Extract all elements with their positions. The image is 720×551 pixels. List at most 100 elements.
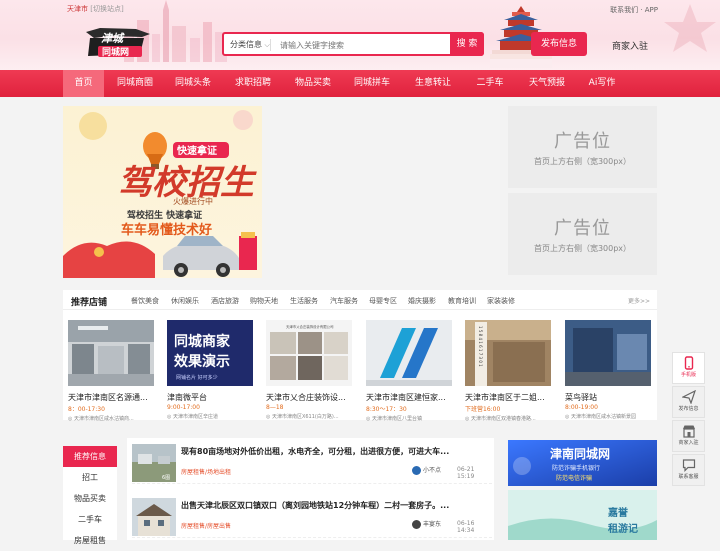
- shop-image[interactable]: [565, 320, 651, 386]
- search-bar: 分类信息 ⌵ 搜 索: [222, 32, 484, 56]
- search-category-label[interactable]: 分类信息: [230, 40, 262, 49]
- switch-station-link[interactable]: [切换站点]: [90, 5, 123, 13]
- shop-category-auto[interactable]: 汽车服务: [330, 296, 358, 306]
- listing-thumbnail[interactable]: [132, 498, 176, 536]
- shop-hours: 8—18: [266, 404, 284, 411]
- shop-category-decoration[interactable]: 家装装修: [487, 296, 515, 306]
- info-category-sidebar: 推荐信息 招工 物品买卖 二手车 房屋租售: [63, 446, 117, 545]
- post-info-button[interactable]: 发布信息: [531, 32, 587, 56]
- listing-user: 小不点: [412, 465, 441, 475]
- sidebar-item-hiring[interactable]: 招工: [63, 467, 117, 488]
- nav-item-headlines[interactable]: 同城头条: [168, 70, 218, 97]
- ad-slot-1-subtitle: 首页上方右侧（宽300px）: [533, 157, 632, 166]
- shop-address: ◎ 天津市津南区辛庄道: [167, 414, 218, 420]
- shop-name[interactable]: 天津市乂合庄装饰设...: [266, 392, 352, 403]
- merchant-join-link[interactable]: 商家入驻: [612, 39, 648, 52]
- top-right-links[interactable]: 联系我们 · APP: [610, 5, 658, 15]
- sidebar-item-recommended[interactable]: 推荐信息: [63, 446, 117, 467]
- shop-name[interactable]: 津南微平台: [167, 392, 253, 403]
- shop-category-wedding[interactable]: 婚庆摄影: [408, 296, 436, 306]
- shop-name[interactable]: 天津市津南区建恒家...: [366, 392, 452, 403]
- nav-item-weather[interactable]: 天气预报: [522, 70, 572, 97]
- star-decoration: [664, 4, 716, 52]
- banner-subline: 火爆进行中: [173, 196, 213, 206]
- shop-hours: 8：00-17:30: [68, 406, 105, 413]
- rental-promo-banner[interactable]: 嘉誉 租游记: [508, 490, 657, 540]
- shop-image[interactable]: 同城商家 效果演示 网铺名片 好可多少: [167, 320, 253, 386]
- ad-slot-1[interactable]: 广告位 首页上方右侧（宽300px）: [508, 106, 657, 188]
- ad-slot-2-title: 广告位: [554, 218, 611, 239]
- listing-category[interactable]: 房屋租售/房屋出售: [181, 521, 231, 530]
- shop-category-food[interactable]: 餐饮美食: [131, 296, 159, 306]
- sidebar-item-goods[interactable]: 物品买卖: [63, 488, 117, 509]
- list-item[interactable]: 6图 现有80亩场地对外低价出租，水电齐全，可分租，出进很方便，可进大车... …: [132, 440, 492, 484]
- shops-more-link[interactable]: 更多>>: [628, 296, 650, 305]
- shop-address: ◎ 天津市津南区咸水沽镇商...: [68, 416, 134, 422]
- listing-title[interactable]: 现有80亩场地对外低价出租，水电齐全，可分租，出进很方便，可进大车...: [181, 446, 491, 457]
- shop-category-hotel[interactable]: 酒店旅游: [211, 296, 239, 306]
- shop-hours: 9:00-17:00: [167, 404, 200, 411]
- search-input[interactable]: [280, 37, 450, 53]
- anti-fraud-banner[interactable]: 津南同城网 防范诈骗手机银行 防范电信诈骗: [508, 440, 657, 486]
- float-merchant-join-button[interactable]: 商家入驻: [672, 420, 705, 452]
- shop-name[interactable]: 菜鸟驿站: [565, 392, 651, 403]
- nav-item-goods-trade[interactable]: 物品买卖: [288, 70, 338, 97]
- shop-card[interactable]: 菜鸟驿站 8:00-19:00 ◎ 天津市津南区咸水沽镇新景园: [565, 320, 651, 420]
- shop-category-shopping[interactable]: 购物天地: [250, 296, 278, 306]
- list-item[interactable]: 出售天津北辰区双口镇双口（离刘园地铁站12分钟车程）二村一套房子。... 房屋租…: [132, 494, 492, 538]
- shop3-image-caption: 天津市乂合庄装饰设计有限公司: [286, 324, 333, 329]
- nav-item-carpool[interactable]: 同城拼车: [347, 70, 397, 97]
- listing-thumbnail[interactable]: 6图: [132, 444, 176, 482]
- nav-item-used-cars[interactable]: 二手车: [470, 70, 510, 97]
- listing-username: 丰宴东: [423, 521, 442, 528]
- chat-icon: [682, 459, 695, 472]
- float-merchant-join-label: 商家入驻: [678, 440, 699, 446]
- shop-name[interactable]: 天津市津南区名源通...: [68, 392, 154, 403]
- nav-item-home[interactable]: 首页: [63, 70, 104, 97]
- main-nav: 首页 同城商圈 同城头条 求职招聘 物品买卖 同城拼车 生意转让 二手车 天气预…: [0, 70, 720, 97]
- shop-category-education[interactable]: 教育培训: [448, 296, 476, 306]
- sidebar-item-used-cars[interactable]: 二手车: [63, 509, 117, 530]
- shop-image[interactable]: 1 5 8 4 1 6 1 7 3 0 1: [465, 320, 551, 386]
- shop-address-text: 天津市津南区八里台镇: [371, 416, 422, 422]
- nav-item-business-circle[interactable]: 同城商圈: [110, 70, 160, 97]
- shop-category-mother-baby[interactable]: 母婴专区: [369, 296, 397, 306]
- shop-image[interactable]: 天津市乂合庄装饰设计有限公司: [266, 320, 352, 386]
- shop-name[interactable]: 天津市津南区于二姐...: [465, 392, 551, 403]
- shop2-image-line1: 同城商家: [174, 333, 231, 350]
- shop-card[interactable]: 天津市津南区建恒家... 8:30～17：30 ◎ 天津市津南区八里台镇: [366, 320, 452, 422]
- shop-hours: 8:00-19:00: [565, 404, 598, 411]
- shop-card[interactable]: 同城商家 效果演示 网铺名片 好可多少 津南微平台 9:00-17:00 ◎ 天…: [167, 320, 253, 420]
- listing-title[interactable]: 出售天津北辰区双口镇双口（离刘园地铁站12分钟车程）二村一套房子。...: [181, 500, 491, 511]
- nav-item-jobs[interactable]: 求职招聘: [228, 70, 278, 97]
- shop-card[interactable]: 1 5 8 4 1 6 1 7 3 0 1 天津市津南区于二姐... 下班营16…: [465, 320, 551, 422]
- shop-card[interactable]: 天津市津南区名源通... 8：00-17:30 ◎ 天津市津南区咸水沽镇商...: [68, 320, 154, 422]
- ad-slot-2[interactable]: 广告位 首页上方右侧（宽300px）: [508, 193, 657, 275]
- avatar: [412, 520, 421, 529]
- logo-line1: 津城: [101, 32, 125, 45]
- nav-item-ai-writing[interactable]: Ai写作: [582, 70, 622, 97]
- shops-header: 推荐店铺 餐饮美食 休闲娱乐 酒店旅游 购物天地 生活服务 汽车服务 母婴专区 …: [63, 290, 657, 310]
- site-logo[interactable]: 津城 同城网: [80, 26, 154, 60]
- site-header: 天津市 [切换站点] 联系我们 · APP 津城 同城网 分类信息 ⌵ 搜 索 …: [0, 0, 720, 70]
- shop-category-life-services[interactable]: 生活服务: [290, 296, 318, 306]
- current-city[interactable]: 天津市: [67, 5, 88, 13]
- promo1-title: 津南同城网: [550, 446, 610, 461]
- mobile-version-button[interactable]: 手机版: [672, 352, 705, 384]
- search-category-select[interactable]: 分类信息 ⌵: [230, 39, 270, 50]
- shop-card[interactable]: 天津市乂合庄装饰设计有限公司 天津市乂合庄装饰设... 8—18 ◎ 天津市津南…: [266, 320, 352, 420]
- shop-image[interactable]: [366, 320, 452, 386]
- city-switcher[interactable]: 天津市 [切换站点]: [67, 4, 124, 14]
- shop-address-text: 天津市津南区双港镇春港路...: [470, 416, 536, 422]
- driving-school-banner[interactable]: 快速拿证 驾校招生 火爆进行中 驾校招生 快速拿证 车车易懂技术好: [63, 106, 262, 278]
- nav-item-business-transfer[interactable]: 生意转让: [408, 70, 458, 97]
- search-button[interactable]: 搜 索: [450, 32, 484, 56]
- listing-username: 小不点: [423, 467, 442, 474]
- listing-category[interactable]: 房屋租售/场地出租: [181, 467, 231, 476]
- sidebar-item-housing[interactable]: 房屋租售: [63, 530, 117, 551]
- float-post-info-button[interactable]: 发布信息: [672, 386, 705, 418]
- shop-category-leisure[interactable]: 休闲娱乐: [171, 296, 199, 306]
- send-icon: [681, 390, 696, 404]
- contact-support-button[interactable]: 联系客服: [672, 454, 705, 486]
- shop-image[interactable]: [68, 320, 154, 386]
